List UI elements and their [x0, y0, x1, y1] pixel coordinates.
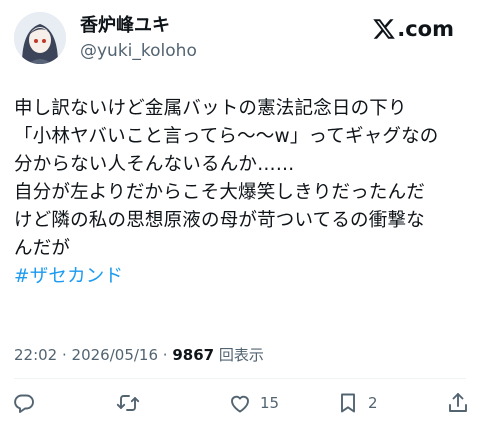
bookmark-button[interactable]: 2: [336, 388, 378, 418]
views-count: 9867: [172, 346, 215, 364]
hashtag-link[interactable]: #ザセカンド: [14, 263, 474, 291]
post-line: けど隣の私の思想原液の母が苛ついてるの衝撃な: [14, 210, 425, 231]
post-date[interactable]: 2026/05/16: [72, 346, 158, 364]
heart-icon: [231, 395, 249, 413]
avatar[interactable]: [14, 12, 66, 64]
like-count: 15: [260, 394, 280, 412]
display-name[interactable]: 香炉峰ユキ: [80, 14, 170, 38]
x-logo-icon: [373, 19, 396, 39]
reply-button[interactable]: [12, 388, 44, 418]
action-bar: 15 2: [0, 388, 480, 420]
divider: [14, 378, 466, 379]
repost-icon: [116, 395, 140, 411]
post-line: 申し訳ないけど金属バットの憲法記念日の下り: [14, 98, 407, 119]
brand-domain-text: .com: [397, 17, 454, 41]
meta-separator: ·: [57, 346, 72, 364]
post-line: 分からない人そんないるんか……: [14, 154, 295, 175]
post-time[interactable]: 22:02: [14, 346, 57, 364]
user-handle[interactable]: @yuki_koloho: [80, 40, 197, 62]
views-label: 回表示: [214, 346, 264, 364]
repost-button[interactable]: [116, 388, 148, 418]
share-button[interactable]: [446, 388, 478, 418]
post-line: 「小林ヤバいこと言ってら〜〜w」ってギャグなの: [14, 126, 439, 147]
bookmark-count: 2: [368, 394, 378, 412]
share-icon: [449, 393, 467, 412]
post-body: 申し訳ないけど金属バットの憲法記念日の下り 「小林ヤバいこと言ってら〜〜w」って…: [14, 95, 474, 291]
reply-icon: [14, 394, 34, 413]
brand-link[interactable]: .com: [372, 16, 454, 42]
meta-separator: ·: [158, 346, 173, 364]
like-button[interactable]: 15: [228, 388, 279, 418]
post-meta: 22:02 · 2026/05/16 · 9867 回表示: [14, 345, 264, 365]
post-line: んだが: [14, 238, 71, 259]
post-line: 自分が左よりだからこそ大爆笑しきりだったんだ: [14, 182, 426, 203]
bookmark-icon: [341, 393, 355, 413]
